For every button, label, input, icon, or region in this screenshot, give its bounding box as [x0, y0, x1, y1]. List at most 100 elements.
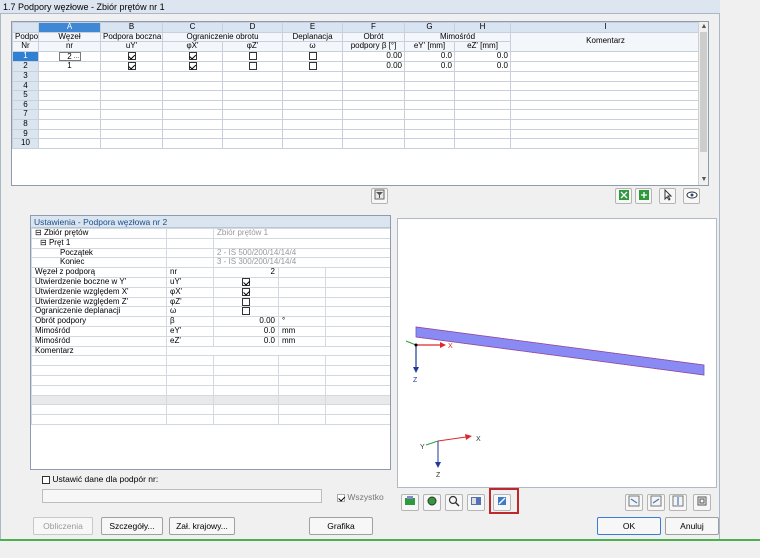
ey-cell[interactable]: 0.0 — [404, 50, 455, 63]
all-checkbox[interactable] — [337, 493, 345, 502]
grid-cell[interactable] — [222, 138, 283, 149]
row-number[interactable]: 1 — [12, 50, 39, 63]
view-render-button[interactable] — [401, 494, 419, 511]
grid-cell[interactable] — [222, 90, 283, 101]
grid-cell[interactable] — [38, 90, 101, 101]
grid-cell[interactable] — [38, 119, 101, 130]
phiz-cell[interactable] — [222, 50, 283, 63]
table-row[interactable]: 8 — [12, 119, 701, 130]
node-cell[interactable]: 1 — [38, 61, 101, 73]
grid-cell[interactable] — [510, 90, 701, 101]
grid-cell[interactable] — [38, 109, 101, 121]
prop-row-wezel[interactable]: Węzeł z podporą nr 2 — [31, 267, 390, 278]
grid-cell[interactable] — [100, 109, 163, 121]
phix-settings-checkbox[interactable] — [242, 288, 250, 296]
uy-cell[interactable] — [100, 50, 163, 63]
col-letter-h[interactable]: H — [454, 22, 511, 33]
view-z-button[interactable] — [669, 494, 687, 511]
ez-cell[interactable]: 0.0 — [454, 50, 511, 63]
grid-cell[interactable] — [100, 90, 163, 101]
filter-button[interactable] — [371, 188, 388, 204]
grid-cell[interactable] — [100, 71, 163, 82]
apply-checkbox[interactable] — [42, 475, 50, 484]
prop-row-mimy[interactable]: Mimośród eY' 0.0 mm — [31, 325, 390, 337]
table-row[interactable]: 5 — [12, 90, 701, 101]
grid-cell[interactable] — [510, 80, 701, 92]
grid-cell[interactable] — [342, 138, 405, 149]
prop-row-zbior[interactable]: ⊟ Zbiór prętów Zbiór prętów 1 — [31, 228, 390, 239]
col-letter-c[interactable]: C — [162, 22, 223, 33]
grid-cell[interactable] — [454, 90, 511, 101]
grid-cell[interactable] — [454, 119, 511, 130]
grid-cell[interactable] — [282, 99, 343, 111]
grid-cell[interactable] — [100, 99, 163, 111]
prop-row-mimz[interactable]: Mimośród eZ' 0.0 mm — [31, 335, 390, 347]
row-number[interactable]: 5 — [12, 90, 39, 101]
grid-cell[interactable] — [282, 109, 343, 121]
apply-to-supports-option[interactable]: Ustawić dane dla podpór nr: — [42, 474, 158, 484]
grid-cell[interactable] — [342, 80, 405, 92]
grid-cell[interactable] — [282, 119, 343, 130]
prop-row-uy[interactable]: Utwierdzenie boczne w Y' uY' — [31, 276, 390, 288]
phiz-settings-checkbox[interactable] — [242, 298, 250, 306]
row-number[interactable]: 4 — [12, 80, 39, 92]
comment-cell[interactable] — [510, 50, 701, 63]
grid-cell[interactable] — [510, 109, 701, 121]
grid-cell[interactable] — [342, 99, 405, 111]
grid-cell[interactable] — [510, 128, 701, 140]
graphics-button[interactable]: Grafika — [309, 517, 373, 535]
grid-cell[interactable] — [222, 128, 283, 140]
grid-cell[interactable] — [404, 119, 455, 130]
col-letter-b[interactable]: B — [100, 22, 163, 33]
view-zoom-button[interactable] — [445, 494, 463, 511]
prop-row-phiz[interactable]: Utwierdzenie względem Z' φZ' — [31, 296, 390, 308]
ok-button[interactable]: OK — [597, 517, 661, 535]
grid-cell[interactable] — [162, 80, 223, 92]
ez-cell[interactable]: 0.0 — [454, 61, 511, 73]
node-cell[interactable]: 2… — [38, 50, 101, 63]
grid-cell[interactable] — [282, 80, 343, 92]
grid-cell[interactable] — [404, 128, 455, 140]
ey-cell[interactable]: 0.0 — [404, 61, 455, 73]
row-number[interactable]: 6 — [12, 99, 39, 111]
grid-cell[interactable] — [38, 138, 101, 149]
grid-cell[interactable] — [100, 128, 163, 140]
all-option[interactable]: Wszystko — [337, 492, 384, 502]
calculations-button[interactable]: Obliczenia — [33, 517, 93, 535]
grid-cell[interactable] — [342, 71, 405, 82]
table-row[interactable]: 4 — [12, 80, 701, 92]
grid-cell[interactable] — [162, 71, 223, 82]
grid-cell[interactable] — [404, 99, 455, 111]
phiz-cell[interactable] — [222, 61, 283, 73]
supports-list-input[interactable] — [42, 489, 322, 503]
details-button[interactable]: Szczegóły... — [101, 517, 163, 535]
grid-cell[interactable] — [222, 119, 283, 130]
beta-value[interactable]: 0.00 — [213, 316, 279, 327]
export-excel-button[interactable] — [615, 188, 632, 204]
grid-cell[interactable] — [282, 71, 343, 82]
grid-cell[interactable] — [510, 99, 701, 111]
grid-cell[interactable] — [162, 138, 223, 149]
row-number[interactable]: 8 — [12, 119, 39, 130]
uy-settings-checkbox[interactable] — [242, 278, 250, 287]
col-letter-i[interactable]: I — [510, 22, 701, 33]
phix-checkbox[interactable] — [188, 52, 197, 61]
view-rotate-button[interactable] — [423, 494, 441, 511]
grid-cell[interactable] — [38, 71, 101, 82]
col-letter-f[interactable]: F — [342, 22, 405, 33]
grid-cell[interactable] — [38, 80, 101, 92]
grid-cell[interactable] — [282, 128, 343, 140]
row-number[interactable]: 10 — [12, 138, 39, 149]
grid-cell[interactable] — [454, 138, 511, 149]
national-annex-button[interactable]: Zał. krajowy... — [169, 517, 235, 535]
col-letter-g[interactable]: G — [404, 22, 455, 33]
view-y-button[interactable] — [647, 494, 665, 511]
prop-row-phix[interactable]: Utwierdzenie względem X' φX' — [31, 286, 390, 298]
grid-cell[interactable] — [454, 80, 511, 92]
view-x-button[interactable] — [625, 494, 643, 511]
depl-cell[interactable] — [282, 50, 343, 63]
scroll-down-icon[interactable]: ▼ — [699, 175, 708, 185]
col-letter-d[interactable]: D — [222, 22, 283, 33]
prop-row-komentarz[interactable]: Komentarz — [31, 345, 390, 357]
comment-value[interactable] — [165, 345, 390, 357]
